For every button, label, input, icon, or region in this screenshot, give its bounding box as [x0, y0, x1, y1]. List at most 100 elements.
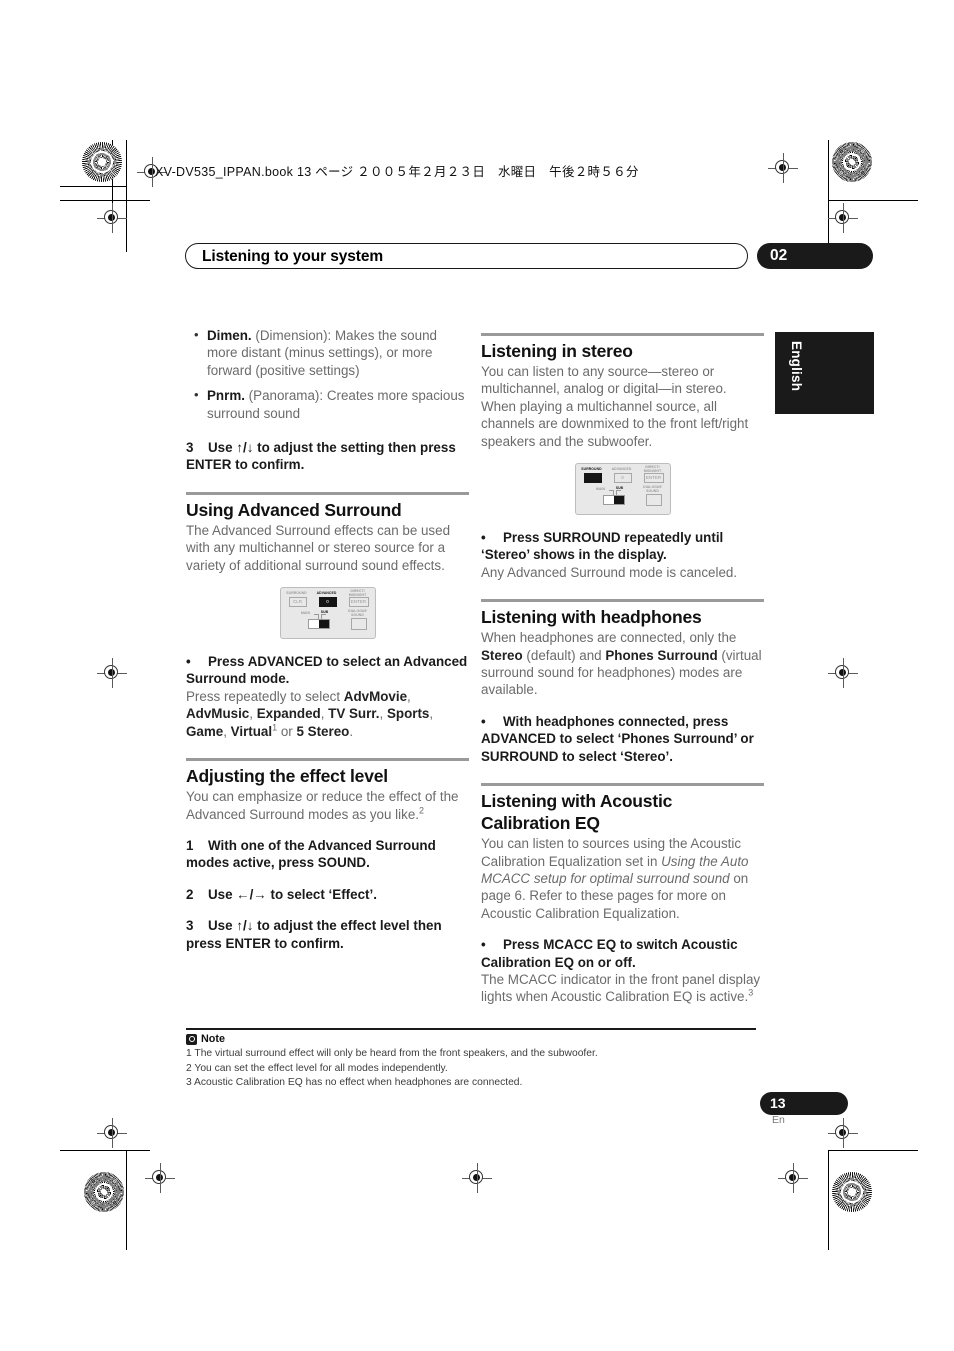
- remote-button-advanced-glyph: 0: [621, 475, 624, 481]
- action-bullet: •: [481, 713, 486, 729]
- notes-divider: [186, 1028, 756, 1031]
- note-item-3: 3 Acoustic Calibration EQ has no effect …: [186, 1077, 523, 1089]
- footnote-ref-2: 2: [418, 805, 424, 816]
- list-item: Dimen. (Dimension): Makes the sound more…: [186, 326, 469, 379]
- mcacc-action-follow: The MCACC indicator in the front panel d…: [481, 971, 764, 1006]
- remote-label-main: MAIN: [300, 611, 311, 616]
- running-head-banner: Listening to your system: [185, 243, 748, 269]
- remote-label-advanced: ADVANCED: [316, 591, 337, 596]
- book-file-header: XV-DV535_IPPAN.book 13 ページ ２００５年２月２３日 水曜…: [155, 165, 639, 179]
- remote-illustration-advanced: SURROUND ADVANCED DIRECT/ MIDNIGHT CLR 0…: [279, 587, 376, 640]
- crop-mark-bottom-right-vertical: [828, 1150, 829, 1250]
- registration-star-bottom-right: [832, 1172, 872, 1212]
- step-3-adjust-effect-level: 3 Use ↑/↓ to adjust the effect level then…: [186, 917, 469, 952]
- headphones-mode-phones-surround: Phones Surround: [605, 647, 718, 663]
- registration-target-left-lower: [97, 1118, 127, 1148]
- remote-button-sound: [350, 618, 367, 631]
- remote-label-sound: SOUND: [351, 613, 364, 618]
- action-press-advanced: • Press ADVANCED to select an Advanced Su…: [186, 653, 469, 688]
- remote-rocker-main-sub: [307, 619, 330, 630]
- effect-level-intro: You can emphasize or reduce the effect o…: [186, 788, 469, 823]
- mode-expanded: Expanded: [256, 706, 321, 722]
- advanced-modes-list: Press repeatedly to select AdvMovie, Adv…: [186, 688, 434, 739]
- remote-label-surround: SURROUND: [581, 467, 602, 472]
- bullet-text-pnrm: (Panorama): Creates more spacious surrou…: [207, 388, 465, 421]
- registration-target-right-lower: [828, 1118, 858, 1148]
- crop-mark-top-left-horizontal: [60, 200, 150, 201]
- action-text: Press ADVANCED to select an Advanced Sur…: [186, 654, 468, 687]
- remote-label-main: MAIN: [595, 487, 606, 492]
- section-listening-with-headphones: Listening with headphones When headphone…: [481, 599, 764, 765]
- crop-mark-top-right-horizontal: [828, 200, 918, 201]
- crop-mark-bottom-left-horizontal: [60, 1150, 150, 1151]
- remote-button-advanced: 0: [318, 597, 337, 608]
- mode-advmovie: AdvMovie: [343, 688, 408, 704]
- registration-target-bottom-left: [145, 1163, 175, 1193]
- mcacc-action-follow-text: The MCACC indicator in the front panel d…: [481, 971, 761, 1005]
- notes-block: Note 1 The virtual surround effect will …: [186, 1028, 756, 1090]
- action-press-mcacc-eq: • Press MCACC EQ to switch Acoustic Calib…: [481, 936, 764, 971]
- step-3-adjust-setting: 3 Use ↑/↓ to adjust the setting then pres…: [186, 439, 469, 474]
- action-text: With headphones connected, press ADVANCE…: [481, 713, 754, 764]
- section-listening-acoustic-calibration-eq: Listening with Acoustic Calibration EQ Y…: [481, 783, 764, 1006]
- running-head-title: Listening to your system: [202, 248, 384, 265]
- registration-star-top-right: [832, 142, 872, 182]
- action-press-surround: • Press SURROUND repeatedly until ‘Stereo…: [481, 529, 764, 564]
- mode-advmusic: AdvMusic: [186, 706, 250, 722]
- action-bullet: •: [481, 530, 486, 546]
- registration-star-top-left: [82, 142, 122, 182]
- page-title-listening-stereo: Listening in stereo: [481, 341, 633, 361]
- remote-rocker-sub-half: [613, 496, 624, 505]
- action-bullet: •: [481, 937, 486, 953]
- registration-target-left-middle: [97, 658, 127, 688]
- remote-illustration-surround: SURROUND ADVANCED DIRECT/ MIDNIGHT 0 ENT…: [574, 463, 671, 516]
- mode-game: Game: [186, 723, 224, 739]
- step-number: 1: [186, 837, 194, 853]
- crop-mark-bottom-right-horizontal: [828, 1150, 918, 1151]
- effect-level-intro-text: You can emphasize or reduce the effect o…: [186, 789, 459, 822]
- language-tab-label: English: [789, 341, 804, 392]
- registration-target-right-middle: [828, 658, 858, 688]
- registration-target-top-right: [768, 153, 798, 183]
- right-text-column: Listening in stereo You can listen to an…: [481, 333, 764, 1006]
- remote-button-clr: CLR: [288, 597, 307, 608]
- step-text: Use ←/→ to select ‘Effect’.: [208, 886, 377, 902]
- remote-button-sound: [645, 494, 662, 507]
- crop-mark-top-left-horizontal-inner: [60, 186, 126, 187]
- chapter-number-badge: 02: [757, 243, 873, 269]
- registration-target-bottom-right: [778, 1163, 808, 1193]
- mode-5-stereo: 5 Stereo: [296, 723, 350, 739]
- headphones-intro-2: (default) and: [522, 647, 606, 663]
- action-bullet: •: [186, 654, 191, 670]
- mode-tv-surr: TV Surr.: [328, 706, 380, 722]
- remote-label-advanced: ADVANCED: [611, 467, 632, 472]
- remote-rocker-sub-half: [318, 620, 329, 629]
- registration-star-bottom-left: [84, 1172, 124, 1212]
- footnote-ref-3: 3: [748, 987, 754, 998]
- remote-button-enter-label: ENTER: [350, 599, 367, 605]
- section-using-advanced-surround: Using Advanced Surround The Advanced Sur…: [186, 491, 469, 740]
- page-number-badge: 13: [760, 1092, 848, 1115]
- crop-mark-left-vertical: [126, 140, 127, 252]
- remote-button-enter: ENTER: [643, 473, 664, 484]
- mode-sports: Sports: [386, 706, 430, 722]
- crop-mark-bottom-left-vertical: [126, 1150, 127, 1250]
- note-item-2: 2 You can set the effect level for all m…: [186, 1062, 448, 1074]
- page-title-listening-headphones: Listening with headphones: [481, 607, 702, 628]
- advanced-surround-intro: The Advanced Surround effects can be use…: [186, 522, 451, 573]
- remote-button-advanced: 0: [613, 473, 632, 484]
- remote-button-enter-label: ENTER: [645, 475, 662, 481]
- notes-heading: Note: [186, 1033, 756, 1045]
- chapter-number-label: 02: [770, 247, 788, 264]
- step-text: With one of the Advanced Surround modes …: [186, 837, 436, 871]
- bullet-term-pnrm: Pnrm.: [207, 388, 245, 404]
- section-adjusting-effect-level: Adjusting the effect level You can empha…: [186, 758, 469, 952]
- step-1-press-sound: 1 With one of the Advanced Surround modes…: [186, 837, 469, 872]
- surround-parameter-bullets: Dimen. (Dimension): Makes the sound more…: [186, 326, 469, 422]
- page-title-acoustic-eq-line1: Listening with Acoustic: [481, 791, 673, 812]
- headphones-intro: When headphones are connected, only the …: [481, 629, 764, 699]
- page-language-code: En: [772, 1114, 785, 1126]
- notes-heading-label: Note: [201, 1033, 225, 1046]
- stereo-action-follow: Any Advanced Surround mode is canceled.: [481, 564, 738, 580]
- remote-button-clr-label: CLR: [292, 599, 302, 605]
